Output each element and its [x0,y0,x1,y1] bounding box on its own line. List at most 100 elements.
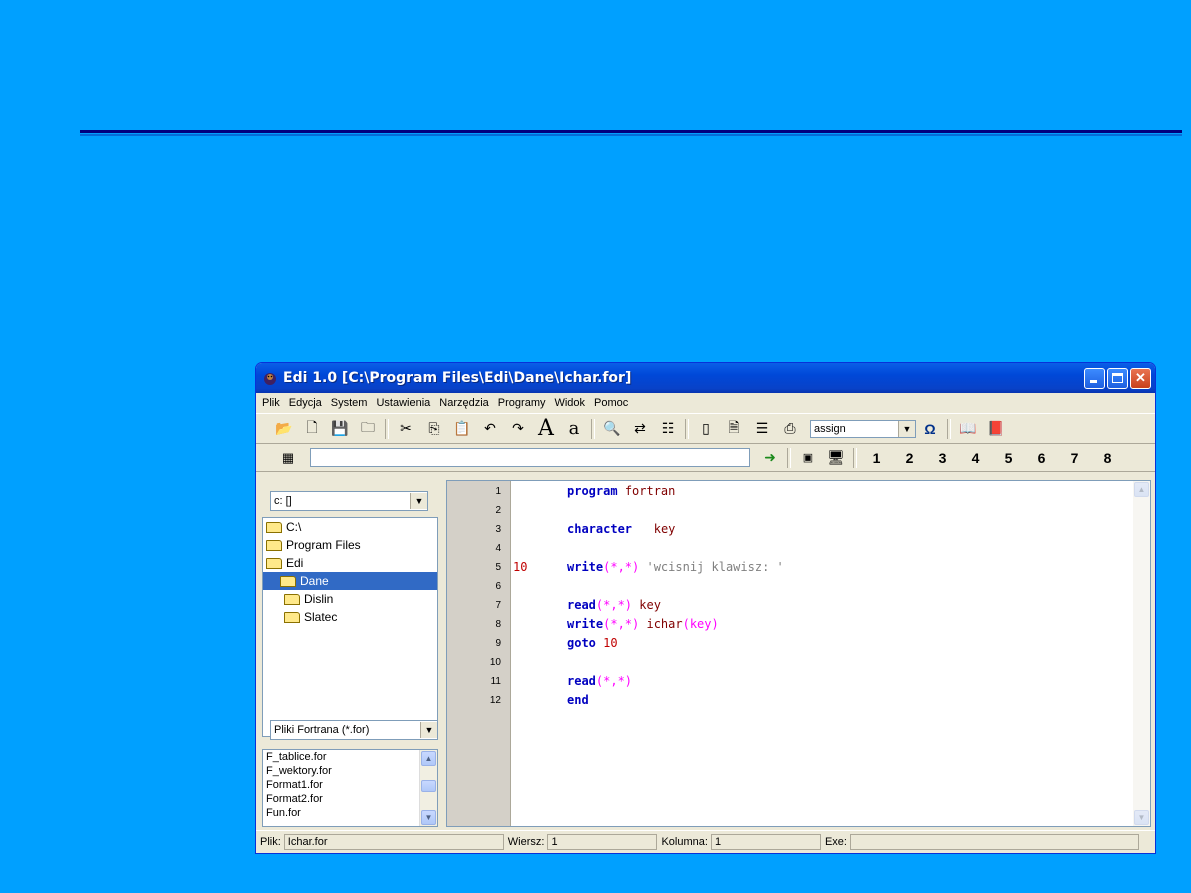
code-keyword: goto [567,636,596,650]
code-identifier: key [653,522,676,536]
menu-narzedzia[interactable]: Narzędzia [439,397,489,409]
menu-ustawienia[interactable]: Ustawienia [376,397,430,409]
tree-item[interactable]: Edi [263,554,437,572]
tool-1-button[interactable]: 1 [860,450,893,466]
tool-7-button[interactable]: 7 [1058,450,1091,466]
tool-4-button[interactable]: 4 [959,450,992,466]
cut-icon[interactable]: ✂ [392,418,420,440]
statement-label: 10 [513,560,528,574]
tree-item-selected[interactable]: Dane [263,572,437,590]
drive-select[interactable]: c: [] ▼ [270,491,428,511]
line-number: 12 [489,695,501,706]
menu-pomoc[interactable]: Pomoc [594,397,628,409]
folder-icon [284,593,300,605]
maximize-button[interactable] [1107,367,1128,389]
file-item[interactable]: Fun.for [263,806,437,820]
code-parens: (key) [682,617,719,631]
redo-icon[interactable]: ↷ [504,418,532,440]
scroll-up-icon[interactable]: ▲ [421,751,436,766]
line-number: 5 [495,562,501,573]
tool-3-button[interactable]: 3 [926,450,959,466]
run-arrow-icon[interactable]: ➜ [756,447,784,469]
copy-icon[interactable]: ⎘ [420,418,448,440]
book-icon[interactable]: 📖 [954,418,982,440]
status-col-value: 1 [710,834,821,850]
print-icon[interactable]: ⎙ [776,418,804,440]
keyword-combo-value: assign [814,422,846,435]
tool-5-button[interactable]: 5 [992,450,1025,466]
status-bar: Plik: Ichar.for Wiersz: 1 Kolumna: 1 Exe… [256,830,1155,853]
editor-scrollbar[interactable]: ▲ ▼ [1133,481,1150,826]
open-folder-icon [266,539,282,551]
chevron-down-icon[interactable]: ▼ [420,722,437,738]
paste-icon[interactable]: 📋 [448,418,476,440]
close-button[interactable]: ✕ [1130,367,1151,389]
uppercase-icon[interactable]: A [532,416,560,441]
minimize-button[interactable] [1084,367,1105,389]
menu-edycja[interactable]: Edycja [289,397,322,409]
file-item[interactable]: Format2.for [263,792,437,806]
tree-item[interactable]: C:\ [263,518,437,536]
grid-icon[interactable]: ▦ [274,447,302,469]
folder-icon[interactable]: 🗀 [354,418,382,440]
file-item[interactable]: F_tablice.for [263,750,437,764]
menu-programy[interactable]: Programy [498,397,546,409]
open-folder-icon [266,557,282,569]
scroll-up-icon[interactable]: ▲ [1134,482,1149,497]
undo-icon[interactable]: ↶ [476,418,504,440]
help-book-icon[interactable]: 📕 [982,418,1010,440]
code-editor[interactable]: 1 program fortran 2 3 character key 4 5 … [446,480,1151,827]
save-icon[interactable]: 💾 [326,418,354,440]
tree-item-label: Edi [286,556,304,570]
toolbar-separator [853,447,857,468]
tree-item-label: Dislin [304,592,334,606]
tree-item[interactable]: Slatec [263,608,437,626]
tree-item[interactable]: Dislin [263,590,437,608]
document-icon[interactable]: ▯ [692,418,720,440]
chevron-down-icon[interactable]: ▼ [898,420,915,437]
computer-icon[interactable]: 🖥 [822,447,850,469]
menu-system[interactable]: System [331,397,368,409]
status-file-label: Plik: [260,836,281,848]
title-bar[interactable]: Edi 1.0 [C:\Program Files\Edi\Dane\Ichar… [256,363,1155,393]
print-preview-icon[interactable]: 🗎 [720,418,748,440]
tool-8-button[interactable]: 8 [1091,450,1124,466]
scroll-down-icon[interactable]: ▼ [1134,810,1149,825]
scroll-thumb[interactable] [421,780,436,792]
new-file-icon[interactable]: 🗋 [298,418,326,440]
file-list-scrollbar[interactable]: ▲ ▼ [419,750,437,826]
console-icon[interactable]: ▣ [794,447,822,469]
window-title: Edi 1.0 [C:\Program Files\Edi\Dane\Ichar… [283,370,632,386]
minimize-icon [1090,379,1097,383]
file-filter-select[interactable]: Pliki Fortrana (*.for) ▼ [270,720,438,740]
code-keyword: read [567,598,596,612]
keyword-combo[interactable]: assign ▼ [810,419,916,438]
omega-icon[interactable]: Ω [916,418,944,440]
find-icon[interactable]: 🔍 [598,418,626,440]
replace-icon[interactable]: ⇄ [626,418,654,440]
open-folder-icon[interactable]: 📂 [270,418,298,440]
file-item[interactable]: F_wektory.for [263,764,437,778]
command-input[interactable] [310,448,750,467]
line-number: 2 [495,505,501,516]
folder-icon [284,611,300,623]
tool-6-button[interactable]: 6 [1025,450,1058,466]
tree-item[interactable]: Program Files [263,536,437,554]
toolbar-separator [947,418,951,439]
chevron-down-icon[interactable]: ▼ [410,493,427,509]
status-row-value: 1 [547,834,658,850]
code-identifier: ichar [646,617,683,631]
scroll-down-icon[interactable]: ▼ [421,810,436,825]
code-identifier: fortran [624,484,676,498]
file-item[interactable]: Format1.for [263,778,437,792]
explorer-panel: c: [] ▼ C:\ Program Files Edi Dane Disli… [262,483,438,827]
open-folder-icon [266,521,282,533]
tool-2-button[interactable]: 2 [893,450,926,466]
page-setup-icon[interactable]: ☰ [748,418,776,440]
line-number: 8 [495,619,501,630]
menu-plik[interactable]: Plik [262,397,280,409]
menu-widok[interactable]: Widok [554,397,585,409]
properties-icon[interactable]: ☷ [654,418,682,440]
code-parens: (*,*) [603,617,640,631]
lowercase-icon[interactable]: a [560,418,588,440]
